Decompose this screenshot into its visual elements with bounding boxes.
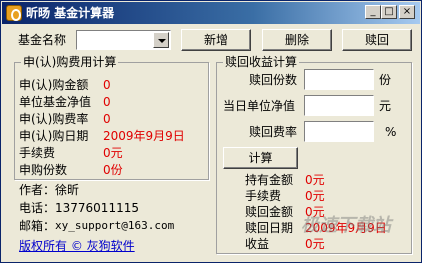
unit-nav-value: 0	[103, 95, 111, 109]
title-bar: 昕旸 基金计算器 _ □ ×	[2, 2, 420, 24]
unit-nav-label: 单位基金净值	[19, 95, 92, 109]
app-window: 昕旸 基金计算器 _ □ × 基金名称 新增 删除 赎回 申(认)购费用计算 申…	[0, 0, 422, 263]
daily-nav-input[interactable]	[304, 95, 374, 116]
redeem-shares-unit: 份	[379, 73, 392, 87]
redeem-rate-unit: %	[385, 125, 397, 139]
add-button[interactable]: 新增	[181, 29, 251, 51]
redeem-shares-label: 赎回份数	[249, 73, 298, 87]
copyright-link[interactable]: 版权所有 © 灰狗软件	[19, 239, 135, 253]
purchase-date-value: 2009年9月9日	[103, 129, 185, 143]
purchase-amount-label: 申(认)购金额	[19, 78, 89, 92]
purchase-date-label: 申(认)购日期	[19, 129, 89, 143]
holding-amount-label: 持有金额	[245, 173, 294, 187]
purchase-group-title: 申(认)购费用计算	[21, 55, 119, 69]
purchase-shares-label: 申购份数	[19, 163, 68, 177]
maximize-button[interactable]: □	[381, 5, 397, 19]
delete-button[interactable]: 删除	[262, 29, 332, 51]
purchase-fee-value: 0元	[103, 146, 123, 160]
profit-value: 0元	[305, 237, 325, 251]
purchase-rate-label: 申(认)购费率	[19, 112, 89, 126]
redeem-button[interactable]: 赎回	[342, 29, 412, 51]
author-line: 作者：徐昕	[19, 183, 80, 197]
chevron-down-icon[interactable]	[153, 32, 169, 48]
app-icon	[6, 5, 22, 21]
phone-line: 电话：13776011115	[19, 201, 139, 215]
redeem-amount-label: 赎回金额	[245, 205, 294, 219]
redeem-date-label: 赎回日期	[245, 221, 294, 235]
daily-nav-unit: 元	[379, 99, 392, 113]
redeem-fee-value: 0元	[305, 189, 325, 203]
purchase-shares-value: 0份	[103, 163, 123, 177]
redeem-shares-input[interactable]	[304, 69, 374, 90]
minimize-button[interactable]: _	[365, 5, 381, 19]
purchase-amount-value: 0	[103, 78, 111, 92]
fund-name-label: 基金名称	[18, 33, 67, 47]
purchase-fee-label: 手续费	[19, 146, 56, 160]
watermark: 极速下载站	[301, 215, 391, 236]
email-label: 邮箱：	[19, 219, 56, 233]
calculate-button[interactable]: 计算	[223, 147, 298, 169]
redeem-fee-label: 手续费	[245, 189, 282, 203]
window-title: 昕旸 基金计算器	[26, 6, 115, 20]
redeem-group-title: 赎回收益计算	[223, 55, 300, 69]
daily-nav-label: 当日单位净值	[223, 99, 296, 113]
close-button[interactable]: ×	[399, 5, 415, 19]
purchase-rate-value: 0	[103, 112, 111, 126]
redeem-rate-label: 赎回费率	[249, 125, 298, 139]
profit-label: 收益	[245, 237, 270, 251]
redeem-rate-input[interactable]	[304, 121, 374, 142]
holding-amount-value: 0元	[305, 173, 325, 187]
fund-name-select[interactable]	[76, 30, 171, 50]
email-value: xy_support@163.com	[55, 219, 175, 232]
